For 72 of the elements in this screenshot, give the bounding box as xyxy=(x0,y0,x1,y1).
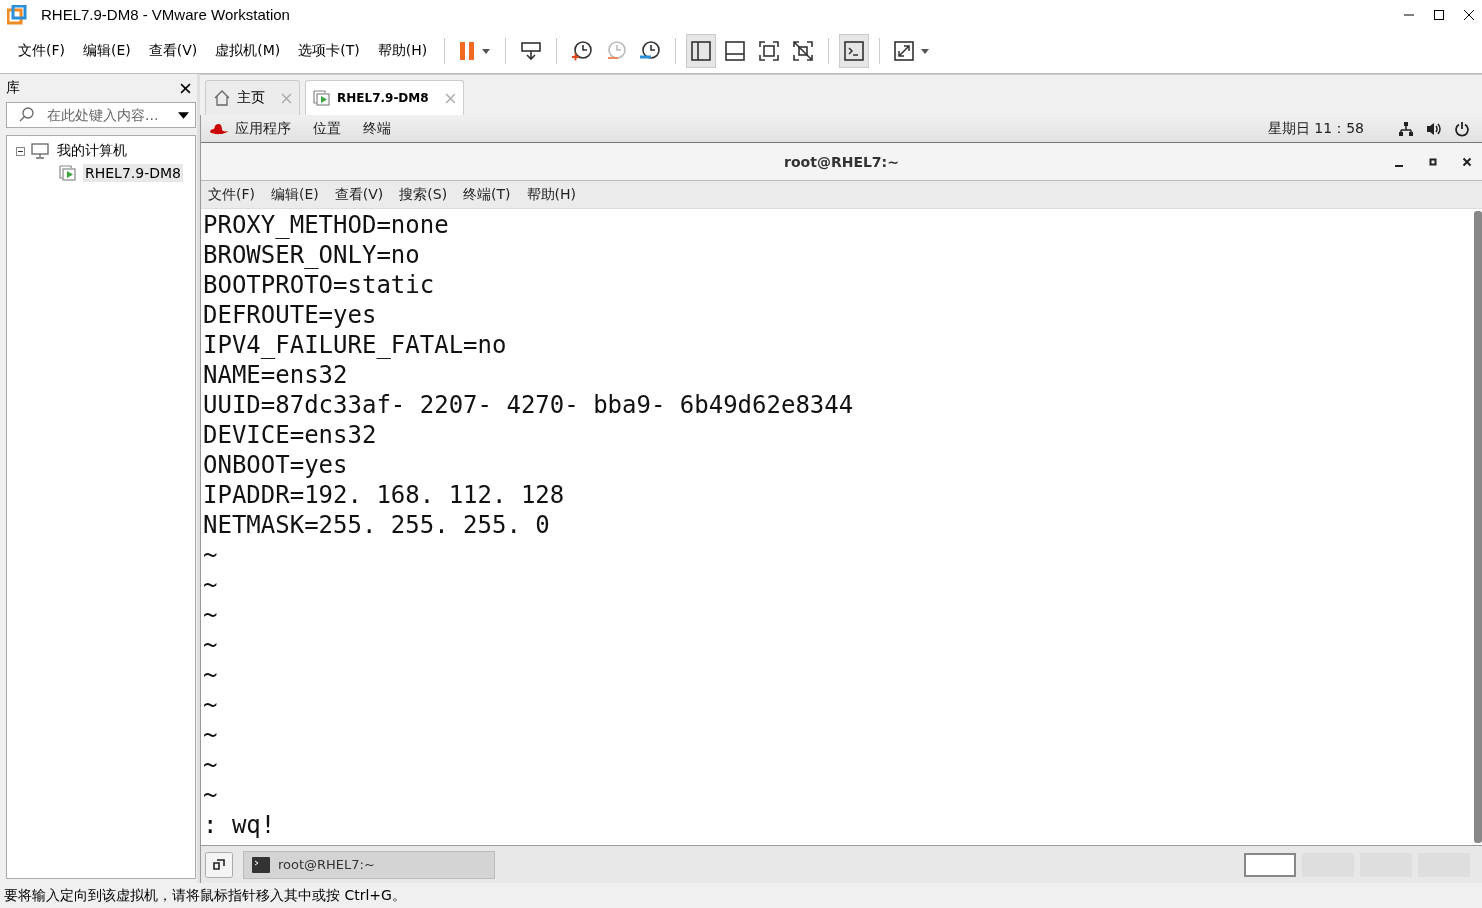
menu-item[interactable]: 帮助(H) xyxy=(368,42,437,60)
menu-item[interactable]: 搜索(S) xyxy=(399,185,448,204)
tab[interactable]: RHEL7.9-DM8 xyxy=(305,80,464,115)
terminal-line: ~ xyxy=(203,571,218,599)
menu-item[interactable]: 文件(F) xyxy=(9,42,74,60)
terminal-icon xyxy=(252,856,270,873)
maximize-icon[interactable] xyxy=(1434,9,1444,20)
menu-item[interactable]: 查看(V) xyxy=(139,42,207,60)
app-logo-icon xyxy=(7,4,27,25)
terminal-line: ~ xyxy=(203,721,218,749)
dropdown-arrow-icon[interactable] xyxy=(178,111,189,119)
menu-item[interactable]: 查看(V) xyxy=(334,185,384,204)
library-title: 库 xyxy=(6,79,20,97)
terminal-line: ONBOOT=yes xyxy=(203,451,348,479)
library-icon[interactable] xyxy=(686,34,717,68)
close-icon[interactable] xyxy=(1462,156,1472,167)
power-icon[interactable] xyxy=(1454,120,1470,137)
terminal-line: NAME=ens32 xyxy=(203,361,348,389)
terminal-line: ~ xyxy=(203,661,218,689)
terminal-line: BOOTPROTO=static xyxy=(203,271,435,299)
hat-icon xyxy=(209,122,229,135)
window-title: RHEL7.9-DM8 - VMware Workstation xyxy=(41,6,290,23)
scrollbar-thumb[interactable] xyxy=(1474,211,1482,843)
close-icon[interactable] xyxy=(180,82,191,94)
search-field[interactable]: 在此处键入内容... xyxy=(6,102,196,128)
top-bar-menu[interactable]: 应用程序 xyxy=(235,119,291,138)
terminal-line: ~ xyxy=(203,631,218,659)
monitor-icon xyxy=(31,143,49,159)
terminal-line: : wq! xyxy=(203,811,276,839)
terminal-line: BROWSER_ONLY=no xyxy=(203,241,420,269)
search-icon xyxy=(19,107,35,123)
terminal-line: IPADDR=192. 168. 112. 128 xyxy=(203,481,565,509)
taskbar-window-button[interactable]: root@RHEL7:~ xyxy=(243,850,495,879)
collapse-icon[interactable] xyxy=(16,146,25,156)
terminal-line: DEVICE=ens32 xyxy=(203,421,377,449)
terminal-line: NETMASK=255. 255. 255. 0 xyxy=(203,511,550,539)
show-desktop-icon[interactable] xyxy=(205,851,233,878)
top-bar-menu[interactable]: 终端 xyxy=(363,119,391,138)
terminal-line: ~ xyxy=(203,691,218,719)
maximize-icon[interactable] xyxy=(1428,156,1438,167)
top-bar-menu[interactable]: 位置 xyxy=(313,119,341,138)
menu-item[interactable]: 文件(F) xyxy=(208,185,255,204)
close-icon[interactable] xyxy=(1464,9,1474,20)
clock[interactable]: 星期日 11：58 xyxy=(1267,119,1364,138)
vm-icon xyxy=(59,165,77,181)
menu-item[interactable]: 选项卡(T) xyxy=(289,42,369,60)
workspace-button[interactable] xyxy=(1244,852,1296,877)
console-icon[interactable] xyxy=(839,34,870,68)
vm-icon xyxy=(313,90,331,106)
terminal-line: UUID=87dc33af- 2207- 4270- bba9- 6b49d62e8344 xyxy=(203,391,854,419)
home-icon xyxy=(213,90,231,106)
terminal-title: root@RHEL7:~ xyxy=(784,153,899,170)
tab-label: 主页 xyxy=(237,89,265,107)
menu-item[interactable]: 虚拟机(M) xyxy=(206,42,290,60)
menu-item[interactable]: 帮助(H) xyxy=(526,185,577,204)
menu-item[interactable]: 终端(T) xyxy=(463,185,511,204)
status-text: 要将输入定向到该虚拟机，请将鼠标指针移入其中或按 Ctrl+G。 xyxy=(4,886,406,905)
tab-label: RHEL7.9-DM8 xyxy=(337,91,429,105)
tree-item[interactable]: RHEL7.9-DM8 xyxy=(83,164,183,182)
terminal-line: IPV4_FAILURE_FATAL=no xyxy=(203,331,507,359)
volume-icon[interactable] xyxy=(1426,120,1442,137)
terminal-line: ~ xyxy=(203,601,218,629)
terminal-line: DEFROUTE=yes xyxy=(203,301,377,329)
tree-item[interactable]: 我的计算机 xyxy=(55,141,129,161)
menu-item[interactable]: 编辑(E) xyxy=(271,185,319,204)
terminal-line: ~ xyxy=(203,541,218,569)
menu-item[interactable]: 编辑(E) xyxy=(74,42,140,60)
terminal-line: PROXY_METHOD=none xyxy=(203,211,449,239)
network-icon[interactable] xyxy=(1398,120,1414,137)
terminal-line: ~ xyxy=(203,751,218,779)
tab[interactable]: 主页 xyxy=(205,80,300,115)
terminal-line: ~ xyxy=(203,781,218,809)
